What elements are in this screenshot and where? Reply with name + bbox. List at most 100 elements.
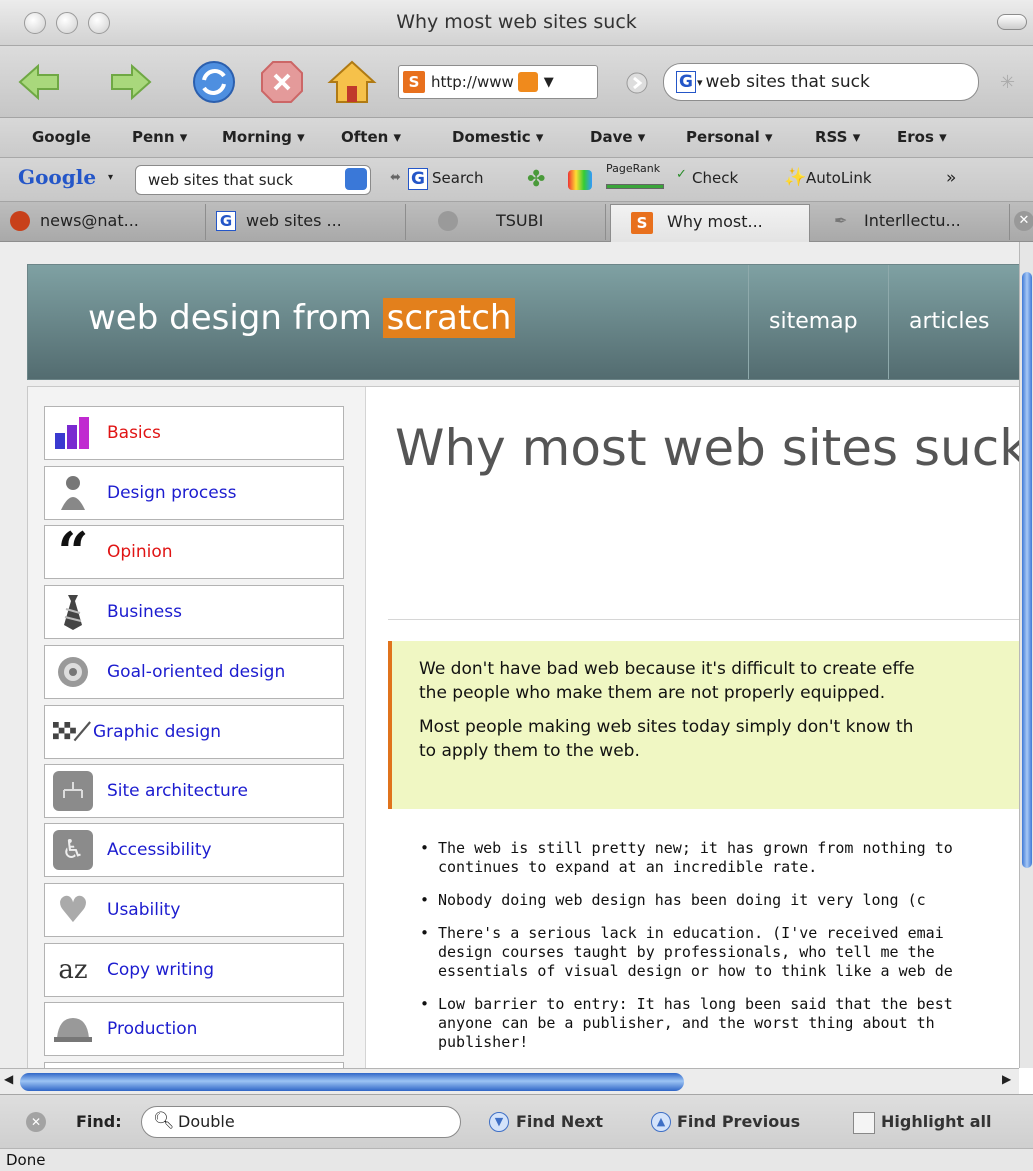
sidebar-item-copy-writing[interactable]: az Copy writing — [44, 943, 344, 997]
tab-label: Why most... — [667, 212, 763, 231]
spellcheck-icon: ✓ — [676, 167, 687, 182]
rss-feed-icon[interactable] — [517, 72, 538, 92]
google-toolbar: Google ▾ web sites that suck ⬌ G Search … — [0, 158, 1033, 202]
navigation-toolbar: S http://www ▼ G ▾ web sites that suck ✳ — [0, 46, 1033, 118]
nav-sitemap[interactable]: sitemap — [748, 265, 878, 379]
bookmark-morning[interactable]: Morning ▾ — [222, 128, 305, 146]
bar-chart-icon — [53, 413, 93, 453]
tie-icon — [53, 592, 93, 632]
stop-icon[interactable] — [256, 56, 308, 108]
page-title: Why most web sites suck — [395, 419, 1019, 477]
tab-interllectu[interactable]: ✒ Interllectu... — [812, 204, 1010, 240]
sidebar-item-production[interactable]: Production — [44, 1002, 344, 1056]
tab-label: TSUBI — [496, 211, 544, 230]
horizontal-scroll-thumb[interactable] — [20, 1073, 684, 1091]
find-next-button[interactable]: Find Next — [516, 1112, 603, 1131]
tab-bar: news@nat... G web sites ... TSUBI S Why … — [0, 202, 1033, 243]
overflow-chevron-icon[interactable]: » — [946, 168, 956, 188]
sidebar-item-site-architecture[interactable]: Site architecture — [44, 764, 344, 818]
sidebar-item-basics[interactable]: Basics — [44, 406, 344, 460]
target-icon — [53, 652, 93, 692]
site-logo[interactable]: web design from scratch — [88, 298, 516, 338]
bookmark-penn[interactable]: Penn ▾ — [132, 128, 187, 146]
site-favicon-icon: S — [403, 71, 425, 93]
sidebar-item-goal-oriented-design[interactable]: Goal-oriented design — [44, 645, 344, 699]
go-icon[interactable] — [625, 71, 649, 95]
pen-favicon-icon: ✒ — [834, 211, 848, 230]
wheelchair-icon: ♿ — [53, 830, 93, 870]
bookmark-rss[interactable]: RSS ▾ — [815, 128, 860, 146]
logo-main-text: web design from — [88, 298, 383, 338]
search-bar[interactable]: G ▾ web sites that suck — [663, 63, 979, 101]
list-item: • Nobody doing web design has been doing … — [420, 891, 926, 909]
divider — [388, 619, 1019, 620]
vertical-scrollbar[interactable] — [1019, 242, 1033, 1068]
spinner-icon: ✳ — [1000, 72, 1016, 93]
dropdown-stepper-icon[interactable] — [345, 168, 367, 190]
site-favicon-icon: S — [631, 212, 653, 234]
find-bar: ✕ Find: Double 🔍︎ ▼ Find Next ▲ Find Pre… — [0, 1094, 1033, 1148]
sidebar-item-business[interactable]: Business — [44, 585, 344, 639]
google-toolbar-input[interactable]: web sites that suck — [135, 165, 371, 195]
home-icon[interactable] — [326, 56, 378, 108]
find-input[interactable]: Double — [141, 1106, 461, 1138]
chevron-down-icon[interactable]: ▾ — [108, 172, 113, 183]
url-bar[interactable]: S http://www ▼ — [398, 65, 598, 99]
reload-icon[interactable] — [188, 56, 240, 108]
scroll-right-icon[interactable]: ▶ — [1002, 1072, 1011, 1086]
back-icon[interactable] — [14, 56, 66, 108]
search-input[interactable]: web sites that suck — [706, 72, 870, 92]
heart-icon: ♥ — [56, 889, 90, 931]
bookmark-eros[interactable]: Eros ▾ — [897, 128, 947, 146]
chevron-down-icon[interactable]: ▾ — [697, 76, 703, 89]
globe-favicon-icon — [438, 211, 458, 231]
sidebar-item-accessibility[interactable]: ♿ Accessibility — [44, 823, 344, 877]
google-logo[interactable]: Google — [18, 165, 96, 189]
magnifier-icon: 🔍︎ — [153, 1111, 175, 1131]
vertical-scroll-thumb[interactable] — [1022, 272, 1032, 868]
resize-handle-icon[interactable]: ⬌ — [390, 170, 401, 185]
clover-icon[interactable]: ✤ — [527, 167, 545, 192]
spellcheck-button[interactable]: Check — [692, 169, 738, 187]
autolink-button[interactable]: AutoLink — [806, 169, 872, 187]
popup-blocker-icon[interactable] — [568, 170, 592, 190]
tab-tsubi[interactable]: TSUBI — [406, 204, 606, 240]
bookmark-domestic[interactable]: Domestic ▾ — [452, 128, 543, 146]
sidebar-item-usability[interactable]: ♥ Usability — [44, 883, 344, 937]
bookmark-google[interactable]: Google — [32, 128, 91, 146]
highlight-all-button[interactable]: Highlight all — [881, 1112, 992, 1131]
bookmarks-toolbar: Google Penn ▾ Morning ▾ Often ▾ Domestic… — [0, 118, 1033, 158]
list-item: • There's a serious lack in education. (I… — [420, 924, 953, 980]
nav-articles[interactable]: articles — [888, 265, 1009, 379]
tab-news[interactable]: news@nat... — [0, 204, 206, 240]
toolbar-toggle-button[interactable] — [997, 14, 1027, 30]
forward-icon[interactable] — [104, 56, 156, 108]
az-icon: az — [58, 955, 88, 985]
sidebar-item-graphic-design[interactable]: Graphic design — [44, 705, 344, 759]
tab-why-most[interactable]: S Why most... — [610, 204, 810, 243]
bookmark-often[interactable]: Often ▾ — [341, 128, 401, 146]
brush-icon — [53, 712, 93, 752]
google-g-icon: G — [408, 168, 428, 190]
horizontal-scrollbar[interactable]: ◀ ▶ — [0, 1068, 1019, 1094]
sidebar-item-design-process[interactable]: Design process — [44, 466, 344, 520]
close-find-icon[interactable]: ✕ — [26, 1112, 46, 1132]
sidebar-item-opinion[interactable]: “ Opinion — [44, 525, 344, 579]
logo-accent-text: scratch — [382, 298, 516, 338]
scroll-left-icon[interactable]: ◀ — [4, 1072, 13, 1086]
close-tab-icon[interactable]: ✕ — [1014, 211, 1033, 231]
intro-callout: We don't have bad web because it's diffi… — [388, 641, 1019, 809]
up-arrow-icon: ▲ — [651, 1112, 671, 1132]
google-search-button[interactable]: Search — [432, 169, 484, 187]
bookmark-dave[interactable]: Dave ▾ — [590, 128, 645, 146]
find-previous-button[interactable]: Find Previous — [677, 1112, 800, 1131]
status-text: Done — [6, 1151, 46, 1169]
tab-web-sites[interactable]: G web sites ... — [206, 204, 406, 240]
callout-line: We don't have bad web because it's diffi… — [419, 659, 915, 679]
list-item: • The web is still pretty new; it has gro… — [420, 839, 953, 876]
autolink-wand-icon: ✨ — [784, 167, 807, 188]
google-search-engine-icon[interactable]: G — [676, 71, 696, 93]
bookmark-personal[interactable]: Personal ▾ — [686, 128, 773, 146]
chevron-down-icon[interactable]: ▼ — [544, 75, 554, 90]
title-bar: Why most web sites suck — [0, 0, 1033, 46]
